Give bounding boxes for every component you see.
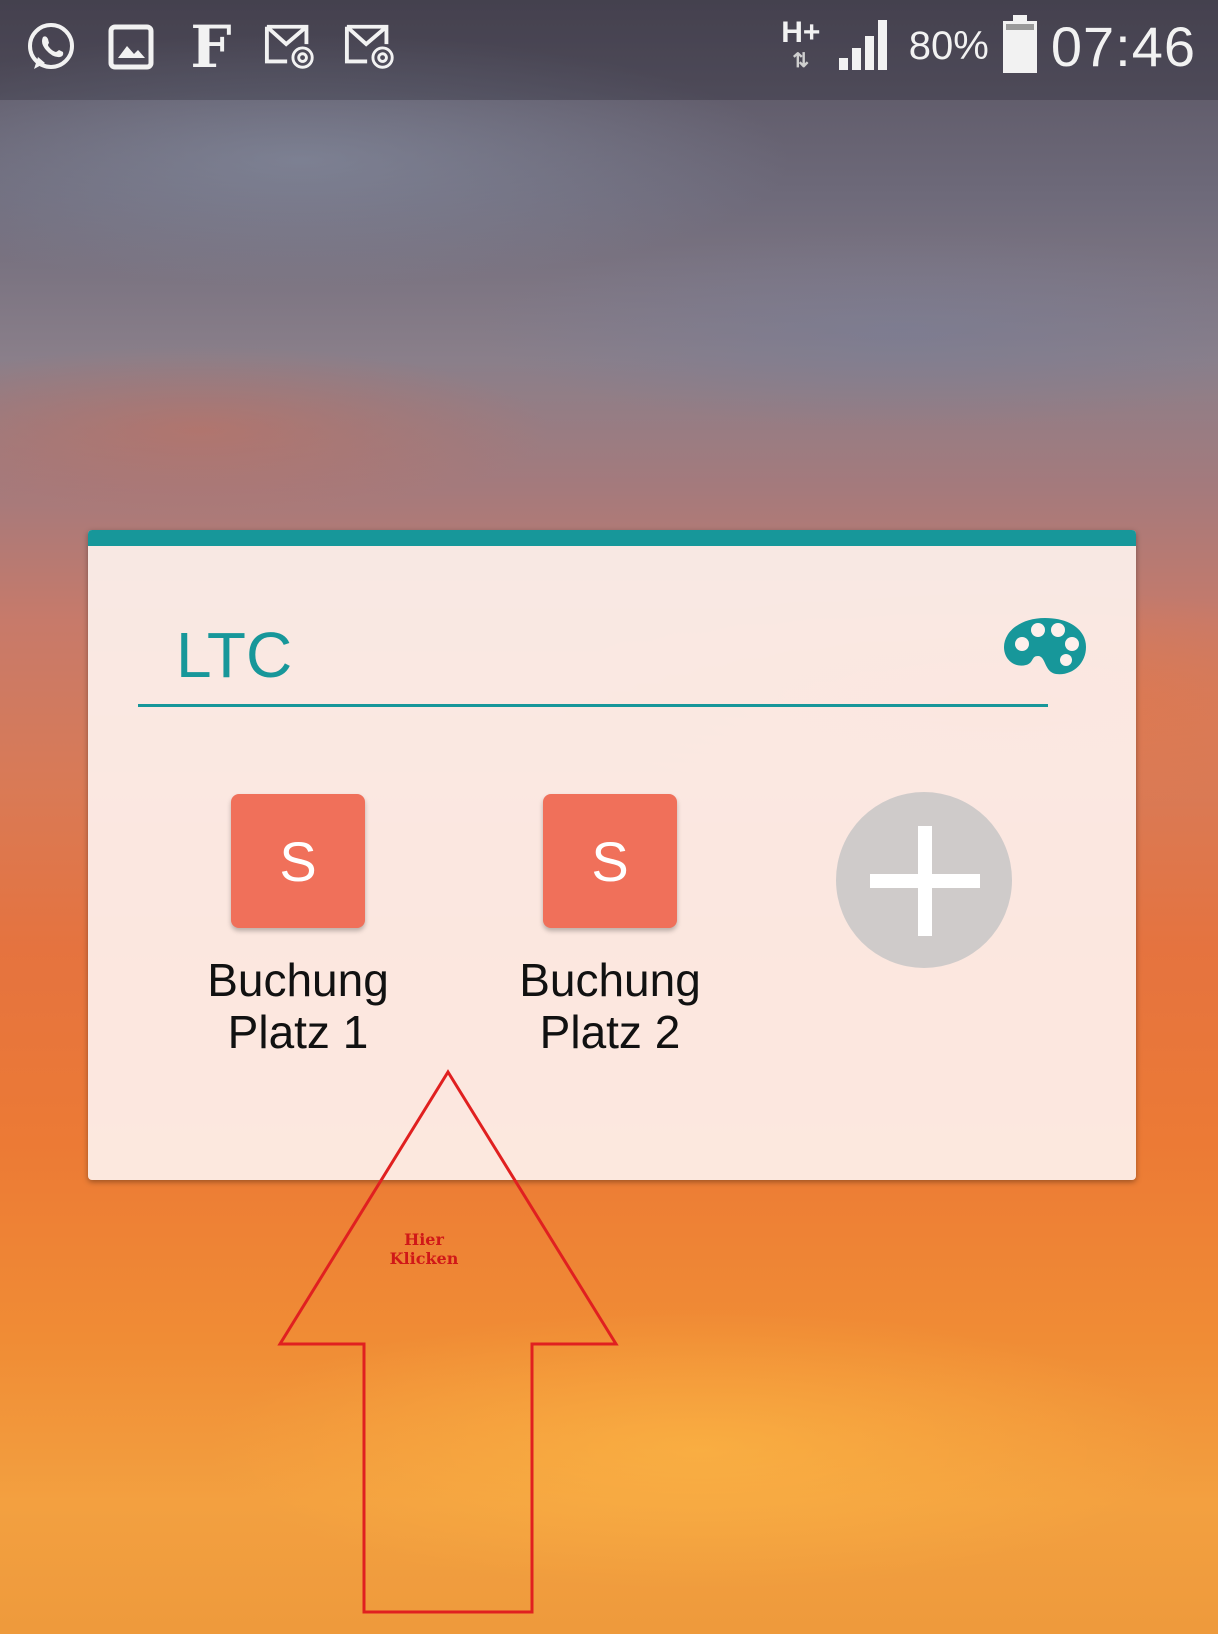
- status-bar: F H+ ⇅ 80% 07:46: [0, 0, 1218, 100]
- palette-button[interactable]: [1000, 612, 1090, 682]
- f-app-icon: F: [184, 13, 238, 81]
- clock: 07:46: [1050, 15, 1196, 78]
- add-shortcut-button[interactable]: [836, 792, 1012, 968]
- shortcut-label: Buchung Platz 1: [188, 954, 408, 1058]
- notification-icons: F: [24, 13, 398, 81]
- shortcut-tile-icon: S: [231, 794, 365, 928]
- shortcut-label-line1: Buchung: [519, 954, 701, 1006]
- palette-icon: [1004, 618, 1086, 675]
- whatsapp-icon: [24, 20, 78, 74]
- hint-line1: Hier: [404, 1230, 444, 1249]
- gallery-icon: [104, 20, 158, 74]
- shortcut-buchung-platz-2[interactable]: S Buchung Platz 2: [500, 794, 720, 1058]
- email-icon: [344, 20, 398, 74]
- hint-text: Hier Klicken: [372, 1230, 476, 1268]
- widget-accent-bar: [88, 530, 1136, 546]
- hint-line2: Klicken: [389, 1249, 459, 1268]
- f-app-glyph: F: [190, 13, 232, 81]
- system-indicators: H+ ⇅ 80% 07:46: [779, 14, 1196, 79]
- data-activity-icon: ⇅: [792, 49, 810, 72]
- ltc-widget: LTC S Buchung Platz 1 S Buchung Platz 2: [88, 530, 1136, 1180]
- shortcut-tile-icon: S: [543, 794, 677, 928]
- shortcut-label-line2: Platz 2: [539, 1006, 681, 1058]
- signal-strength-icon: [837, 16, 895, 77]
- network-type-label: H+: [781, 15, 821, 49]
- battery-percent: 80%: [908, 24, 989, 68]
- widget-title[interactable]: LTC: [176, 618, 292, 692]
- battery-icon: [1002, 15, 1037, 78]
- network-type-indicator: H+ ⇅: [779, 15, 823, 75]
- shortcut-label: Buchung Platz 2: [500, 954, 720, 1058]
- shortcut-label-line2: Platz 1: [227, 1006, 369, 1058]
- shortcut-buchung-platz-1[interactable]: S Buchung Platz 1: [188, 794, 408, 1058]
- shortcut-label-line1: Buchung: [207, 954, 389, 1006]
- title-underline: [138, 704, 1048, 707]
- email-icon: [264, 20, 318, 74]
